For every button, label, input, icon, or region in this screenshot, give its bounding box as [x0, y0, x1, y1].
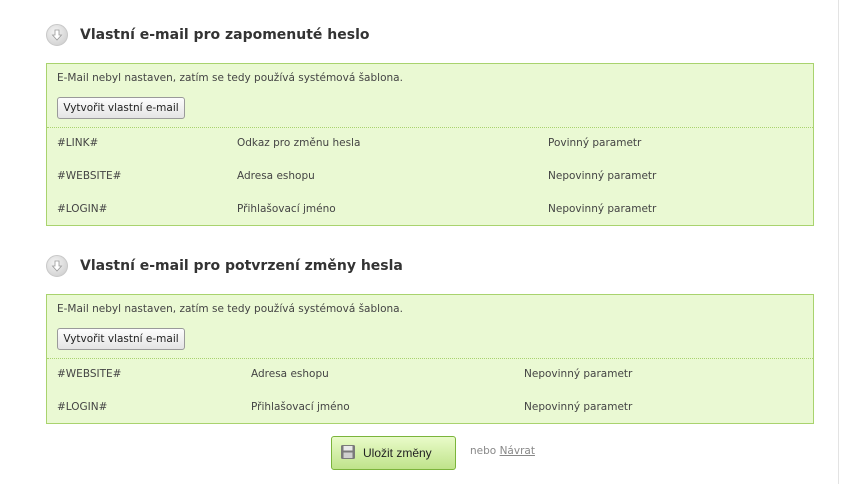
- back-link[interactable]: Návrat: [500, 445, 535, 457]
- chevron-down-circle-icon[interactable]: [46, 255, 68, 277]
- floppy-disk-icon: [340, 444, 356, 463]
- page-right-border: [838, 0, 839, 484]
- password-change-email-panel: E-Mail nebyl nastaven, zatím se tedy pou…: [46, 294, 814, 424]
- param-name: #WEBSITE#: [57, 170, 122, 182]
- section-password-change-header: Vlastní e-mail pro potvrzení změny hesla: [46, 253, 403, 279]
- create-custom-email-button[interactable]: Vytvořit vlastní e-mail: [57, 97, 185, 119]
- system-template-notice: E-Mail nebyl nastaven, zatím se tedy pou…: [57, 303, 403, 315]
- save-button-label: Uložit změny: [363, 446, 432, 460]
- section-title: Vlastní e-mail pro potvrzení změny hesla: [80, 258, 403, 274]
- section-forgotten-password-header: Vlastní e-mail pro zapomenuté heslo: [46, 22, 370, 48]
- create-custom-email-button[interactable]: Vytvořit vlastní e-mail: [57, 328, 185, 350]
- param-description: Přihlašovací jméno: [251, 401, 350, 413]
- param-requirement: Nepovinný parametr: [524, 368, 633, 380]
- param-row: #WEBSITE# Adresa eshopu Nepovinný parame…: [47, 358, 813, 391]
- chevron-down-circle-icon[interactable]: [46, 24, 68, 46]
- param-description: Odkaz pro změnu hesla: [237, 137, 361, 149]
- param-description: Přihlašovací jméno: [237, 203, 336, 215]
- param-description: Adresa eshopu: [237, 170, 315, 182]
- param-name: #WEBSITE#: [57, 368, 122, 380]
- param-requirement: Povinný parametr: [548, 137, 642, 149]
- param-name: #LOGIN#: [57, 203, 108, 215]
- param-requirement: Nepovinný parametr: [548, 170, 657, 182]
- param-name: #LOGIN#: [57, 401, 108, 413]
- param-row: #WEBSITE# Adresa eshopu Nepovinný parame…: [47, 160, 813, 193]
- param-row: #LOGIN# Přihlašovací jméno Nepovinný par…: [47, 193, 813, 226]
- param-requirement: Nepovinný parametr: [548, 203, 657, 215]
- forgotten-password-email-panel: E-Mail nebyl nastaven, zatím se tedy pou…: [46, 63, 814, 226]
- param-row: #LINK# Odkaz pro změnu hesla Povinný par…: [47, 127, 813, 160]
- system-template-notice: E-Mail nebyl nastaven, zatím se tedy pou…: [57, 72, 403, 84]
- param-name: #LINK#: [57, 137, 99, 149]
- section-title: Vlastní e-mail pro zapomenuté heslo: [80, 27, 370, 43]
- param-requirement: Nepovinný parametr: [524, 401, 633, 413]
- or-back-text: nebo Návrat: [470, 445, 535, 457]
- or-label: nebo: [470, 445, 497, 457]
- param-description: Adresa eshopu: [251, 368, 329, 380]
- param-row: #LOGIN# Přihlašovací jméno Nepovinný par…: [47, 391, 813, 424]
- save-changes-button[interactable]: Uložit změny: [331, 436, 456, 470]
